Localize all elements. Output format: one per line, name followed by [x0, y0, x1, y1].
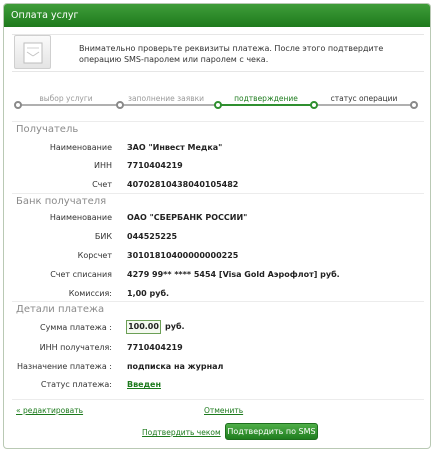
step-dot-4: [310, 101, 318, 109]
step-label-form: заполнение заявки: [127, 94, 205, 103]
document-icon: [14, 35, 51, 69]
divider: [12, 399, 424, 400]
inn-label: ИНН получателя:: [39, 343, 112, 352]
step-label-service: выбор услуги: [39, 94, 93, 103]
amount-label: Сумма платежа :: [39, 323, 112, 332]
bank-bik-label: БИК: [94, 232, 112, 241]
amount-value-box[interactable]: 100.00: [126, 320, 161, 334]
info-panel: Внимательно проверьте реквизиты платежа.…: [12, 34, 424, 72]
confirm-by-check-link[interactable]: Подтвердить чеком: [142, 428, 221, 437]
payment-window: Оплата услуг Внимательно проверьте рекви…: [3, 3, 431, 449]
step-line-current: [218, 104, 314, 106]
recipient-name-value: ЗАО "Инвест Медка": [127, 143, 223, 152]
section-details-title: Детали платежа: [16, 304, 105, 315]
commission-value: 1,00 руб.: [127, 289, 170, 298]
info-text: Внимательно проверьте реквизиты платежа.…: [79, 44, 384, 64]
bank-corr-label: Корсчет: [77, 251, 112, 260]
debit-account-value: 4279 99** **** 5454 [Visa Gold Аэрофлот]…: [127, 270, 340, 279]
window-title: Оплата услуг: [4, 4, 430, 27]
recipient-account-value: 40702810438040105482: [127, 180, 239, 189]
bank-corr-value: 30101810400000000225: [127, 251, 239, 260]
step-dot-2: [116, 101, 124, 109]
purpose-label: Назначение платежа :: [16, 362, 112, 371]
recipient-name-label: Наименование: [49, 143, 112, 152]
progress-steps: выбор услуги заполнение заявки подтвержд…: [14, 94, 418, 114]
section-recipient-title: Получатель: [16, 124, 79, 135]
commission-label: Комиссия:: [68, 289, 112, 298]
bank-bik-value: 044525225: [127, 232, 178, 241]
amount-currency: руб.: [165, 322, 185, 331]
step-dot-5: [410, 101, 418, 109]
edit-link[interactable]: « редактировать: [16, 406, 83, 415]
step-line-pending: [314, 104, 416, 106]
step-label-confirm: подтверждение: [234, 94, 298, 103]
purpose-value: подписка на журнал: [127, 362, 224, 371]
recipient-account-label: Счет: [92, 180, 112, 189]
divider: [12, 193, 424, 194]
confirm-by-sms-button[interactable]: Подтвердить по SMS: [225, 423, 318, 440]
recipient-inn-value: 7710404219: [127, 161, 183, 170]
status-label: Статус платежа:: [40, 380, 112, 389]
bank-name-label: Наименование: [49, 213, 112, 222]
divider: [12, 301, 424, 302]
debit-account-label: Счет списания: [50, 270, 112, 279]
inn-value: 7710404219: [127, 343, 183, 352]
step-label-status: статус операции: [330, 94, 398, 103]
section-bank-title: Банк получателя: [16, 196, 107, 207]
bank-name-value: ОАО "СБЕРБАНК РОССИИ": [127, 213, 248, 222]
status-value-link[interactable]: Введен: [127, 380, 161, 389]
recipient-inn-label: ИНН: [93, 161, 112, 170]
step-dot-3: [214, 101, 222, 109]
divider: [12, 121, 424, 122]
cancel-link[interactable]: Отменить: [204, 406, 243, 415]
step-dot-1: [14, 101, 22, 109]
